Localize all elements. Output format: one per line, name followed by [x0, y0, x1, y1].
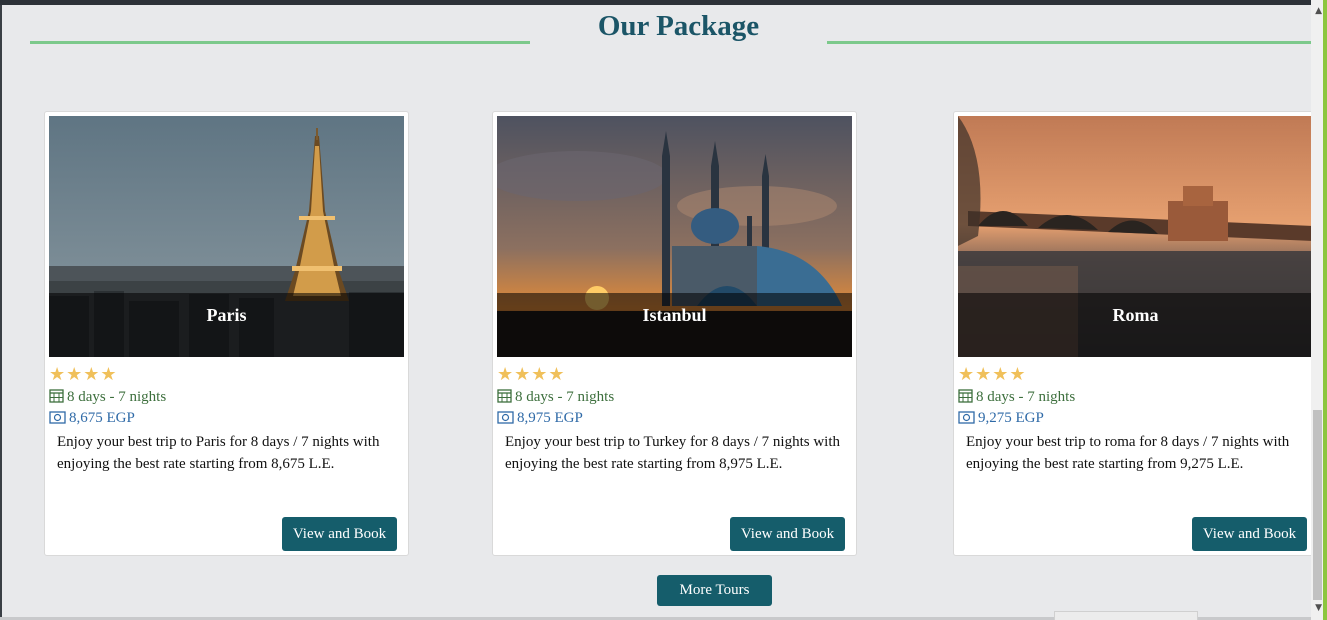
package-duration: 8 days - 7 nights	[49, 388, 166, 406]
more-tours-button[interactable]: More Tours	[657, 575, 772, 606]
star-icon: ★	[992, 364, 1009, 385]
package-image-roma: Roma	[958, 116, 1313, 357]
rating-stars: ★★★★	[958, 364, 1027, 385]
duration-text: 8 days - 7 nights	[515, 389, 615, 405]
section-title: Our Package	[597, 10, 760, 42]
duration-text: 8 days - 7 nights	[67, 389, 167, 405]
package-price: 8,975 EGP	[497, 410, 583, 427]
star-icon: ★	[83, 364, 100, 385]
star-icon: ★	[514, 364, 531, 385]
package-image-istanbul: Istanbul	[497, 116, 852, 357]
package-card-istanbul: Istanbul ★★★★ 8 days - 7 nights 8,975 EG…	[492, 111, 857, 556]
view-and-book-button[interactable]: View and Book	[730, 517, 845, 551]
package-caption: Roma	[958, 293, 1313, 357]
package-price: 8,675 EGP	[49, 410, 135, 427]
view-and-book-button[interactable]: View and Book	[282, 517, 397, 551]
calendar-icon	[49, 389, 64, 403]
heading-divider-left	[30, 41, 530, 44]
package-description: Enjoy your best trip to Paris for 8 days…	[57, 434, 380, 472]
bottom-widget	[1054, 611, 1198, 620]
section-header: Our Package	[0, 10, 1312, 50]
package-duration: 8 days - 7 nights	[497, 388, 614, 406]
scrollbar-thumb[interactable]	[1313, 410, 1322, 600]
price-text: 8,675 EGP	[69, 410, 135, 426]
price-text: 8,975 EGP	[517, 410, 583, 426]
star-icon: ★	[66, 364, 83, 385]
scroll-up-arrow-icon[interactable]: ▲	[1315, 6, 1322, 16]
star-icon: ★	[958, 364, 975, 385]
star-icon: ★	[531, 364, 548, 385]
package-caption: Istanbul	[497, 293, 852, 357]
package-card-roma: Roma ★★★★ 8 days - 7 nights 9,275 EGP En…	[953, 111, 1313, 556]
heading-divider-right	[827, 41, 1312, 44]
star-icon: ★	[49, 364, 66, 385]
scroll-down-arrow-icon[interactable]: ▼	[1315, 603, 1322, 613]
star-icon: ★	[548, 364, 565, 385]
money-icon	[49, 411, 66, 424]
package-description: Enjoy your best trip to Turkey for 8 day…	[505, 434, 840, 472]
left-border	[0, 5, 2, 620]
calendar-icon	[497, 389, 512, 403]
scrollbar-accent	[1323, 0, 1327, 620]
view-and-book-button[interactable]: View and Book	[1192, 517, 1307, 551]
calendar-icon	[958, 389, 973, 403]
package-description: Enjoy your best trip to roma for 8 days …	[966, 434, 1290, 472]
money-icon	[958, 411, 975, 424]
money-icon	[497, 411, 514, 424]
duration-text: 8 days - 7 nights	[976, 389, 1076, 405]
star-icon: ★	[497, 364, 514, 385]
rating-stars: ★★★★	[497, 364, 566, 385]
star-icon: ★	[975, 364, 992, 385]
package-price: 9,275 EGP	[958, 410, 1044, 427]
package-image-paris: Paris	[49, 116, 404, 357]
price-text: 9,275 EGP	[978, 410, 1044, 426]
star-icon: ★	[100, 364, 117, 385]
package-duration: 8 days - 7 nights	[958, 388, 1075, 406]
rating-stars: ★★★★	[49, 364, 118, 385]
star-icon: ★	[1009, 364, 1026, 385]
package-caption: Paris	[49, 293, 404, 357]
top-border	[0, 0, 1327, 5]
package-card-paris: Paris ★★★★ 8 days - 7 nights 8,675 EGP E…	[44, 111, 409, 556]
